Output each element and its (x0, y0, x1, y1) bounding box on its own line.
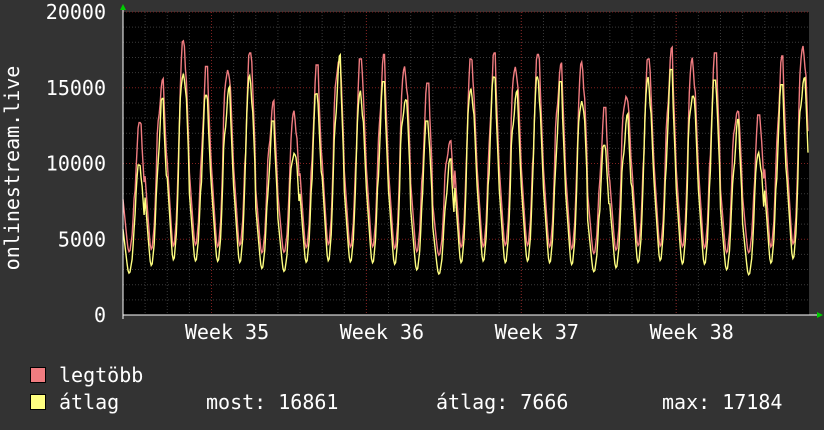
stat-current: most: 16861 (206, 390, 339, 414)
stat-average: átlag: 7666 (436, 390, 569, 414)
x-axis-arrow-icon (817, 312, 823, 318)
y-tick-label: 0 (94, 303, 106, 327)
legend-label-atlag: átlag (59, 390, 120, 414)
x-axis-ticks: Week 35 Week 36 Week 37 Week 38 (185, 320, 734, 344)
x-tick-label: Week 35 (185, 320, 269, 344)
legend-swatch-legtobb (30, 367, 46, 383)
legend-item-atlag: átlag (30, 391, 119, 413)
legend-swatch-atlag (30, 394, 46, 410)
y-tick-label: 15000 (46, 76, 106, 100)
y-tick-label: 20000 (46, 0, 106, 24)
y-axis-ticks: 0 5000 10000 15000 20000 (46, 0, 106, 327)
y-tick-label: 5000 (58, 227, 106, 251)
legend-label-legtobb: legtöbb (59, 363, 144, 387)
stat-maximum: max: 17184 (662, 390, 783, 414)
x-tick-label: Week 38 (650, 320, 734, 344)
y-axis-label: onlinestream.live (0, 66, 24, 271)
x-tick-label: Week 37 (495, 320, 579, 344)
y-tick-label: 10000 (46, 152, 106, 176)
legend-item-legtobb: legtöbb (30, 364, 143, 386)
x-tick-label: Week 36 (340, 320, 424, 344)
chart: 05000100001500020000 Week 35 Week 36 Week … (0, 0, 823, 344)
y-axis-arrow-icon (120, 4, 126, 10)
